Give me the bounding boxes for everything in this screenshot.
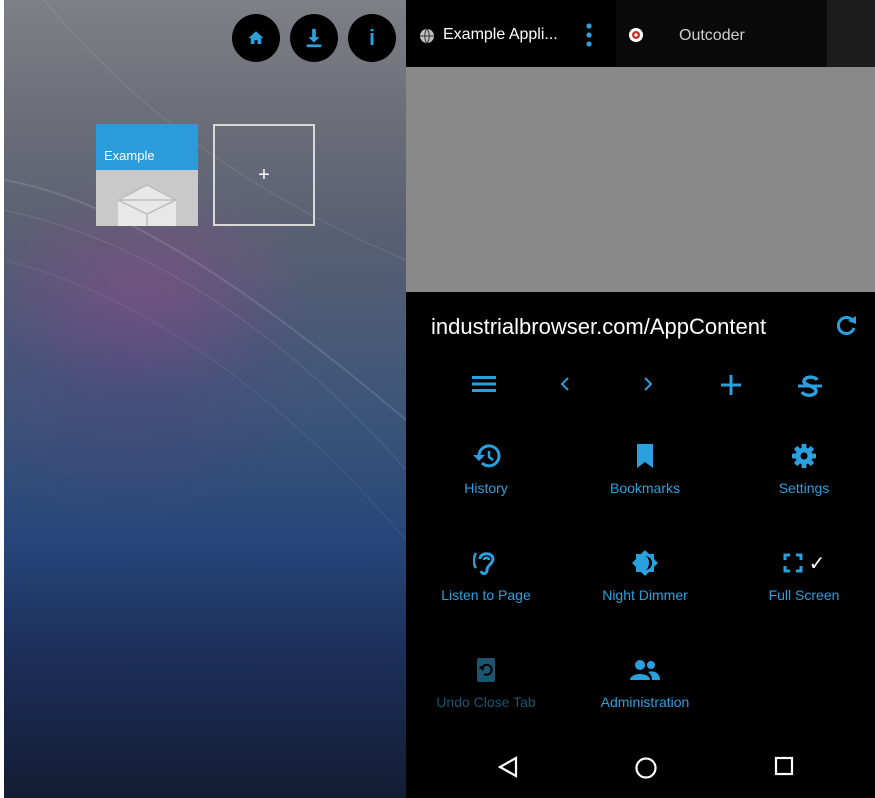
home-icon: [248, 31, 264, 44]
hearing-icon: [473, 552, 495, 575]
outcoder-icon: [629, 28, 643, 42]
strikethrough-icon[interactable]: [796, 372, 824, 400]
gear-icon: [792, 444, 816, 468]
back-triangle-icon[interactable]: [498, 756, 518, 778]
info-icon: i: [368, 25, 376, 50]
menu-item-label: Undo Close Tab: [436, 694, 536, 710]
new-tab-icon[interactable]: [720, 374, 742, 396]
bookmark-icon: [637, 444, 653, 468]
plus-icon: +: [258, 163, 270, 186]
tab-example-application[interactable]: Example Appli...: [406, 0, 616, 67]
tab-menu-icon[interactable]: [586, 23, 592, 47]
brightness-icon: [632, 550, 658, 576]
add-tile-button[interactable]: +: [213, 124, 315, 226]
recents-square-icon[interactable]: [774, 756, 794, 776]
menu-item-label: Administration: [600, 694, 690, 710]
menu-item-administration[interactable]: Administration: [565, 656, 725, 710]
globe-icon: [420, 28, 434, 44]
tab-title: Example Appli...: [443, 26, 558, 43]
address-url[interactable]: industrialbrowser.com/AppContent: [431, 314, 809, 340]
menu-item-label: Settings: [778, 480, 830, 496]
fullscreen-icon: [783, 553, 803, 573]
menu-item-night-dimmer[interactable]: Night Dimmer: [565, 549, 725, 603]
tab-outcoder[interactable]: Outcoder: [616, 0, 827, 67]
browser-panel: Example Appli... Outcoder industrialbrow…: [406, 0, 875, 798]
tab-bar: Example Appli... Outcoder: [406, 0, 875, 67]
tab-overflow[interactable]: [827, 0, 875, 67]
home-button[interactable]: [232, 14, 280, 62]
wallpaper-swirl: [4, 0, 406, 541]
menu-item-label: Bookmarks: [609, 480, 681, 496]
admin-icon: [630, 660, 660, 680]
home-screen: i Example +: [4, 0, 406, 798]
browser-menu: industrialbrowser.com/AppContent History…: [406, 292, 875, 736]
tile-example-label: Example: [96, 124, 198, 170]
undo-close-tab-icon: [477, 658, 495, 682]
menu-item-history[interactable]: History: [406, 442, 566, 496]
web-content[interactable]: [406, 67, 875, 292]
home-circle-icon[interactable]: [634, 756, 658, 780]
menu-item-label: Listen to Page: [441, 587, 531, 603]
tile-example[interactable]: Example: [96, 124, 198, 226]
menu-icon[interactable]: [472, 374, 496, 394]
menu-item-bookmarks[interactable]: Bookmarks: [565, 442, 725, 496]
menu-item-listen-to-page[interactable]: Listen to Page: [406, 549, 566, 603]
box-icon: [117, 184, 177, 226]
system-nav-bar: [406, 736, 875, 798]
history-icon: [473, 444, 501, 468]
menu-item-undo-close-tab[interactable]: Undo Close Tab: [406, 656, 566, 710]
menu-item-label: Full Screen: [768, 587, 840, 603]
refresh-icon[interactable]: [834, 314, 858, 338]
forward-icon[interactable]: [642, 374, 654, 394]
back-icon[interactable]: [559, 374, 571, 394]
checkmark-icon: ✓: [808, 552, 826, 575]
tab-title: Outcoder: [679, 27, 745, 44]
menu-item-label: Night Dimmer: [602, 587, 688, 603]
menu-item-label: History: [464, 480, 508, 496]
menu-item-settings[interactable]: Settings: [724, 442, 875, 496]
download-icon: [306, 28, 322, 48]
menu-item-full-screen[interactable]: ✓ Full Screen: [724, 549, 875, 604]
info-button[interactable]: i: [348, 14, 396, 62]
download-button[interactable]: [290, 14, 338, 62]
